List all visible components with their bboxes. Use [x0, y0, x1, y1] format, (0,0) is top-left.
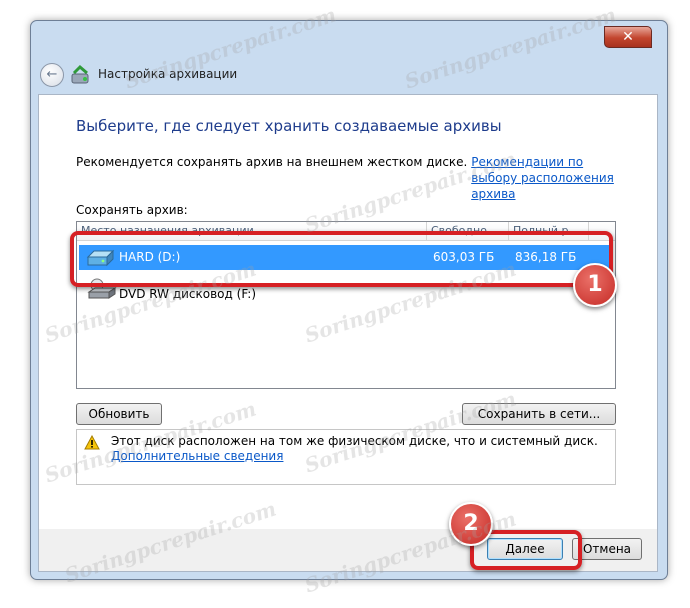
recommendation-text: Рекомендуется сохранять архив на внешнем… — [76, 154, 621, 202]
more-info-link[interactable]: Дополнительные сведения — [111, 449, 283, 463]
highlight-selected-drive — [70, 231, 613, 287]
cancel-button[interactable]: Отмена — [572, 538, 642, 560]
back-arrow-icon: ← — [46, 67, 58, 82]
close-icon: ✕ — [622, 29, 634, 45]
warning-text: Этот диск расположен на том же физическо… — [111, 434, 598, 448]
save-archive-label: Сохранять архив: — [76, 203, 188, 217]
annotation-badge-2: 2 — [449, 502, 493, 546]
refresh-button[interactable]: Обновить — [76, 403, 162, 425]
back-button[interactable]: ← — [40, 63, 64, 87]
row-name: DVD RW дисковод (F:) — [119, 287, 257, 301]
annotation-badge-1: 1 — [573, 263, 617, 307]
recommendation-label: Рекомендуется сохранять архив на внешнем… — [76, 155, 468, 169]
close-button[interactable]: ✕ — [604, 26, 652, 48]
save-network-button[interactable]: Сохранить в сети... — [462, 403, 616, 425]
recommendation-link[interactable]: Рекомендации по выбору расположения архи… — [471, 154, 621, 202]
window-title: Настройка архивации — [98, 67, 238, 81]
list-row-dvd-f[interactable]: DVD RW дисковод (F:) — [79, 278, 613, 304]
warning-icon — [84, 435, 100, 450]
page-heading: Выберите, где следует хранить создаваемы… — [76, 117, 502, 135]
backup-app-icon — [71, 64, 89, 84]
warning-box: Этот диск расположен на том же физическо… — [76, 429, 616, 485]
